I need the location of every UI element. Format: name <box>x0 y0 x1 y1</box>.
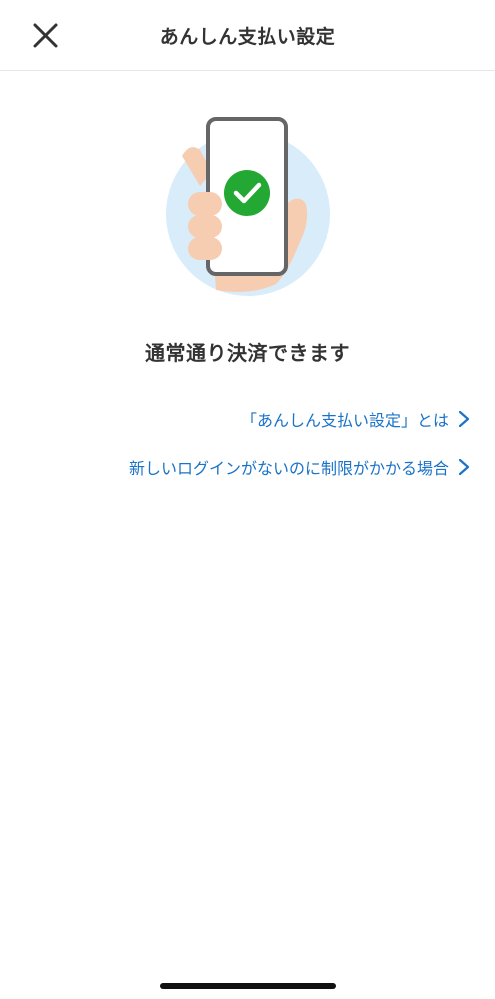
link-label: 「あんしん支払い設定」とは <box>240 411 449 430</box>
status-message: 通常通り決済できます <box>145 341 350 365</box>
chevron-right-icon <box>458 410 470 428</box>
link-label: 新しいログインがないのに制限がかかる場合 <box>128 459 449 478</box>
home-indicator[interactable] <box>160 983 336 989</box>
chevron-right-icon <box>458 458 470 476</box>
about-safe-payment-link[interactable]: 「あんしん支払い設定」とは <box>241 407 471 431</box>
restriction-without-new-login-link[interactable]: 新しいログインがないのに制限がかかる場合 <box>129 455 471 479</box>
page-title: あんしん支払い設定 <box>159 26 336 48</box>
phone-in-hand-illustration <box>166 117 330 296</box>
navigation-bar: あんしん支払い設定 <box>0 0 495 71</box>
check-circle-icon <box>224 170 270 216</box>
hero-illustration <box>160 112 336 302</box>
